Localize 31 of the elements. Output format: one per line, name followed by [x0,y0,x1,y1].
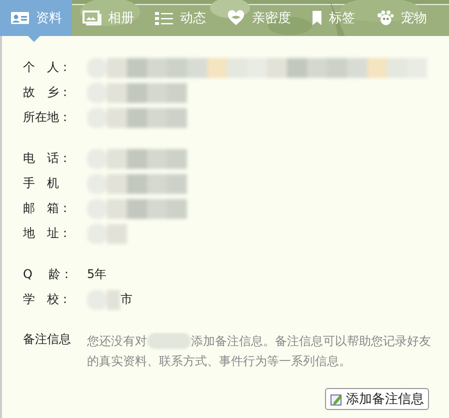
tab[interactable]: 标签 [301,0,365,36]
field-label: 所在地： [23,109,72,126]
blurred-value [87,224,127,244]
field-label: 学 校： [23,291,72,308]
tab[interactable]: 相册 [72,0,144,36]
note-text: 添加备注信息。备注信息可以帮助您记录好友 [191,333,431,350]
tab[interactable]: 宠物 [365,0,437,36]
field-label: 电 话： [23,150,72,167]
pencil-icon [330,392,343,406]
field-label: Q 龄： [23,266,74,283]
add-note-button[interactable]: 添加备注信息 [325,388,429,410]
field-value: 市 [120,291,132,308]
contact-card-icon [10,10,30,26]
field-label: 备注信息 [23,331,72,348]
field-label: 地 址： [23,225,72,242]
heart-icon [226,10,246,26]
field-label: 个 人： [23,59,72,76]
note-text: 您还没有对 [87,333,147,350]
picture-frame-icon [82,10,102,26]
paw-icon [375,10,395,26]
note-text: 的真实资料、联系方式、事件行为等一系列信息。 [87,353,352,370]
list-icon [154,10,174,26]
field-label: 手 机 [23,175,60,192]
field-value: 5年 [87,266,107,283]
field-label: 故 乡： [23,84,72,101]
tab[interactable]: 动态 [144,0,216,36]
blurred-value [87,290,120,310]
tab[interactable]: 亲密度 [216,0,301,36]
blurred-value [147,333,191,349]
field-label: 邮 箱： [23,200,72,217]
bookmark-icon [311,10,323,26]
